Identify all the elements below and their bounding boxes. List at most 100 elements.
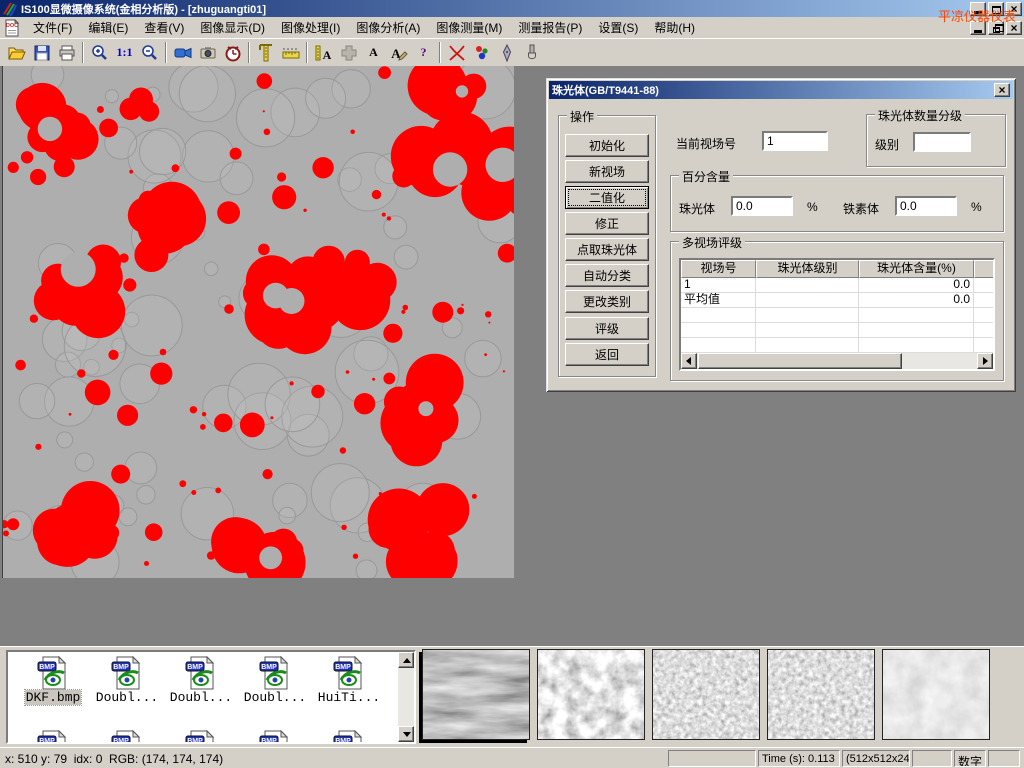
- file-item-row2-3[interactable]: BMP: [164, 730, 238, 744]
- pearlite-percent-input[interactable]: [731, 196, 793, 216]
- toolbar-separator: [82, 42, 84, 63]
- toolbar-zoom-out-button[interactable]: [137, 40, 162, 65]
- toolbar-measure-label-button[interactable]: A: [311, 40, 336, 65]
- toolbar-print-button[interactable]: [54, 40, 79, 65]
- toolbar-curve-tool-button[interactable]: [444, 40, 469, 65]
- menu-item-6[interactable]: 图像分析(A): [348, 17, 428, 38]
- dialog-close-button[interactable]: ×: [994, 83, 1010, 97]
- toolbar-pen-tool-button[interactable]: [494, 40, 519, 65]
- file-item-4[interactable]: BMPDoubl...: [238, 656, 312, 705]
- menu-item-1[interactable]: 文件(F): [25, 17, 80, 38]
- grade-input[interactable]: [913, 132, 971, 152]
- application-window: IS100显微摄像系统(金相分析版) - [zhuguangti01] × 平凉…: [0, 0, 1024, 768]
- file-list-scrollbar[interactable]: [398, 652, 414, 742]
- ferrite-percent-unit: %: [971, 200, 982, 214]
- status-bar: x: 510 y: 79 idx: 0 RGB: (174, 174, 174)…: [0, 747, 1024, 768]
- ferrite-percent-input[interactable]: [895, 196, 957, 216]
- toolbar-camera-capture-button[interactable]: [195, 40, 220, 65]
- bmp-file-icon: BMP: [259, 656, 291, 690]
- dialog-title: 珠光体(GB/T9441-88): [552, 82, 659, 98]
- scrollbar-thumb[interactable]: [698, 353, 902, 369]
- bmp-file-icon: BMP: [37, 730, 69, 744]
- grading-table-header: 视场号珠光体级别珠光体含量(%)铁素体含量(%): [681, 260, 993, 278]
- scroll-up-button[interactable]: [398, 652, 414, 668]
- file-item-2[interactable]: BMPDoubl...: [90, 656, 164, 705]
- op-button-3[interactable]: 二值化: [565, 186, 649, 209]
- particle-analysis-icon: [472, 43, 492, 63]
- file-item-row2-1[interactable]: BMP: [16, 730, 90, 744]
- thumb-2[interactable]: [537, 649, 645, 740]
- file-item-row2-5[interactable]: BMP: [312, 730, 386, 744]
- op-button-8[interactable]: 评级: [565, 317, 649, 340]
- scroll-down-button[interactable]: [398, 726, 414, 742]
- menu-item-8[interactable]: 测量报告(P): [510, 17, 590, 38]
- toolbar-separator: [248, 42, 250, 63]
- table-row-5[interactable]: [681, 338, 993, 353]
- op-button-4[interactable]: 修正: [565, 212, 649, 235]
- dialog-title-bar[interactable]: 珠光体(GB/T9441-88) ×: [549, 81, 1013, 99]
- thumb-1[interactable]: [422, 649, 530, 740]
- file-item-row2-4[interactable]: BMP: [238, 730, 312, 744]
- caliper-measure-icon: [256, 43, 276, 63]
- menu-item-2[interactable]: 编辑(E): [80, 17, 136, 38]
- table-row-2[interactable]: 平均值0.0: [681, 293, 993, 308]
- table-row-1[interactable]: 10.0: [681, 278, 993, 293]
- pearlite-percent-label: 珠光体: [679, 200, 715, 217]
- timer-icon: [223, 43, 243, 63]
- file-item-row2-2[interactable]: BMP: [90, 730, 164, 744]
- current-field-input[interactable]: [762, 131, 828, 151]
- menu-item-10[interactable]: 帮助(H): [646, 17, 703, 38]
- toolbar-open-file-button[interactable]: [4, 40, 29, 65]
- table-cell: [681, 323, 756, 337]
- table-cell: [681, 338, 756, 352]
- bottom-panel: BMPDKF.bmpBMPBMPDoubl...BMPBMPDoubl...BM…: [0, 646, 1024, 747]
- print-icon: [57, 43, 77, 63]
- toolbar-particle-analysis-button[interactable]: [469, 40, 494, 65]
- op-button-5[interactable]: 点取珠光体: [565, 238, 649, 261]
- op-button-9[interactable]: 返回: [565, 343, 649, 366]
- thumb-4[interactable]: [767, 649, 875, 740]
- toolbar-actual-size-button[interactable]: 1:1: [112, 40, 137, 65]
- file-item-1[interactable]: BMPDKF.bmp: [16, 656, 90, 705]
- toolbar-save-file-button[interactable]: [29, 40, 54, 65]
- toolbar-brush-tool-button[interactable]: [519, 40, 544, 65]
- table-cell: [756, 308, 859, 322]
- scroll-right-button[interactable]: [977, 353, 993, 369]
- toolbar-help-button[interactable]: ?: [411, 40, 436, 65]
- toolbar-edit-annotate-button[interactable]: A: [386, 40, 411, 65]
- toolbar-text-annotate-button[interactable]: A: [361, 40, 386, 65]
- table-row-4[interactable]: [681, 323, 993, 338]
- table-cell: 平均值: [681, 293, 756, 307]
- op-button-7[interactable]: 更改类别: [565, 290, 649, 313]
- toolbar-ruler-measure-button[interactable]: [278, 40, 303, 65]
- scrollbar-track[interactable]: [697, 353, 977, 369]
- menu-item-9[interactable]: 设置(S): [590, 17, 646, 38]
- op-button-6[interactable]: 自动分类: [565, 264, 649, 287]
- menu-item-7[interactable]: 图像测量(M): [428, 17, 510, 38]
- bmp-file-icon: BMP: [111, 656, 143, 690]
- file-item-3[interactable]: BMPDoubl...: [164, 656, 238, 705]
- op-button-2[interactable]: 新视场: [565, 160, 649, 183]
- operations-group-label: 操作: [567, 108, 597, 125]
- toolbar-timer-button[interactable]: [220, 40, 245, 65]
- bmp-file-icon: BMP: [185, 730, 217, 744]
- metallograph-image[interactable]: [2, 66, 514, 578]
- scroll-left-button[interactable]: [681, 353, 697, 369]
- toolbar-grid-count-button[interactable]: [336, 40, 361, 65]
- file-name: HuiTi...: [317, 690, 381, 705]
- toolbar-video-camera-button[interactable]: [170, 40, 195, 65]
- thumb-3[interactable]: [652, 649, 760, 740]
- file-item-5[interactable]: BMPHuiTi...: [312, 656, 386, 705]
- pen-tool-icon: [497, 43, 517, 63]
- svg-text:BMP: BMP: [113, 738, 129, 744]
- grid-count-icon: [339, 43, 359, 63]
- table-horizontal-scrollbar[interactable]: [681, 353, 993, 369]
- menu-item-4[interactable]: 图像显示(D): [192, 17, 273, 38]
- table-row-3[interactable]: [681, 308, 993, 323]
- toolbar-caliper-measure-button[interactable]: [253, 40, 278, 65]
- thumb-5[interactable]: [882, 649, 990, 740]
- toolbar-zoom-in-button[interactable]: [87, 40, 112, 65]
- op-button-1[interactable]: 初始化: [565, 134, 649, 157]
- menu-item-3[interactable]: 查看(V): [136, 17, 192, 38]
- menu-item-5[interactable]: 图像处理(I): [273, 17, 348, 38]
